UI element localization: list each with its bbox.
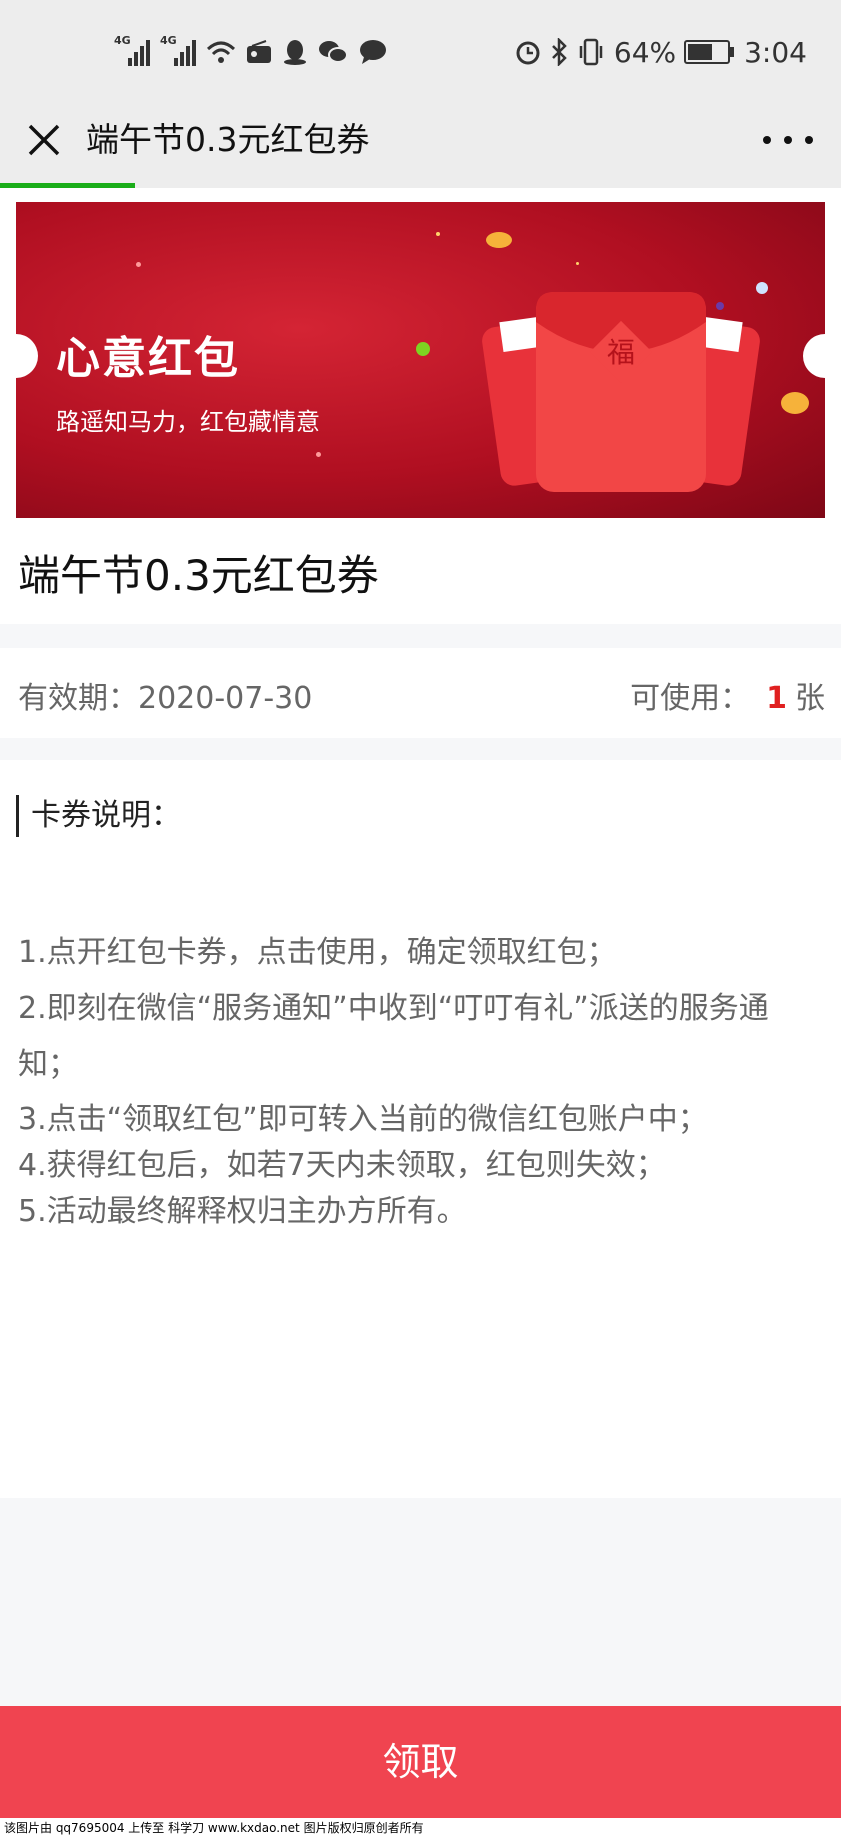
battery-icon [684, 40, 735, 64]
signal-icon: 4G [114, 34, 150, 66]
status-bar: 4G 4G 64% 3:04 [0, 0, 841, 102]
close-icon[interactable] [22, 118, 66, 162]
signal-icon: 4G [160, 34, 196, 66]
status-right-icons: 64% 3:04 [514, 32, 807, 72]
message-icon [360, 40, 386, 64]
description-heading: 卡券说明： [16, 795, 181, 837]
network-type-label: 4G [160, 34, 177, 47]
description-item: 4.获得红包后，如若7天内未领取，红包则失效； [18, 1148, 666, 1183]
description-item: 5.活动最终解释权归主办方所有。 [18, 1194, 467, 1229]
valid-label: 有效期： [18, 681, 138, 716]
vibrate-icon [579, 38, 603, 66]
available-count: 可使用： 1 张 [630, 673, 825, 717]
description-item: 2.即刻在微信“服务通知”中收到“叮叮有礼”派送的服务通知； [18, 991, 769, 1082]
qq-icon [284, 40, 306, 65]
clock: 3:04 [744, 35, 807, 69]
watermark-text: 该图片由 qq7695004 上传至 科学刀 www.kxdao.net 图片版… [0, 1818, 841, 1839]
coupon-card: 心意红包 路遥知马力，红包藏情意 福 端午节0.3元红包券 [0, 188, 841, 624]
status-left-icons: 4G 4G [114, 32, 388, 72]
validity-row: 有效期：2020-07-30 可使用： 1 张 [0, 648, 841, 738]
available-label: 可使用： [630, 681, 751, 716]
network-type-label: 4G [114, 34, 131, 47]
nav-bar: 端午节0.3元红包券 [0, 102, 841, 185]
banner-title: 心意红包 [56, 333, 240, 384]
description-list: 1.点开红包卡券，点击使用，确定领取红包； 2.即刻在微信“服务通知”中收到“叮… [18, 925, 818, 1235]
description-item: 1.点开红包卡券，点击使用，确定领取红包； [18, 935, 617, 970]
ticket-notch-right [803, 334, 825, 378]
coupon-description: 卡券说明： 1.点开红包卡券，点击使用，确定领取红包； 2.即刻在微信“服务通知… [0, 760, 841, 1498]
banner-subtitle: 路遥知马力，红包藏情意 [56, 408, 320, 436]
wechat-icon [319, 41, 348, 63]
page-title: 端午节0.3元红包券 [86, 120, 370, 159]
red-envelope-image: 福 [482, 292, 760, 492]
available-number: 1 [766, 681, 787, 716]
radio-icon [247, 40, 271, 63]
alarm-icon [516, 41, 540, 65]
valid-period: 有效期：2020-07-30 [18, 673, 312, 717]
available-unit: 张 [795, 681, 825, 716]
coupon-title: 端午节0.3元红包券 [18, 551, 379, 600]
bluetooth-icon [551, 38, 567, 66]
battery-percent: 64% [613, 35, 677, 69]
more-options-icon[interactable] [763, 120, 813, 160]
wifi-icon [206, 41, 236, 63]
valid-date: 2020-07-30 [138, 681, 313, 716]
envelope-fu-char: 福 [607, 336, 635, 369]
claim-button[interactable]: 领取 [0, 1706, 841, 1818]
coupon-banner: 心意红包 路遥知马力，红包藏情意 福 [16, 202, 825, 518]
description-item: 3.点击“领取红包”即可转入当前的微信红包账户中； [18, 1102, 708, 1137]
ticket-notch-left [16, 334, 38, 378]
